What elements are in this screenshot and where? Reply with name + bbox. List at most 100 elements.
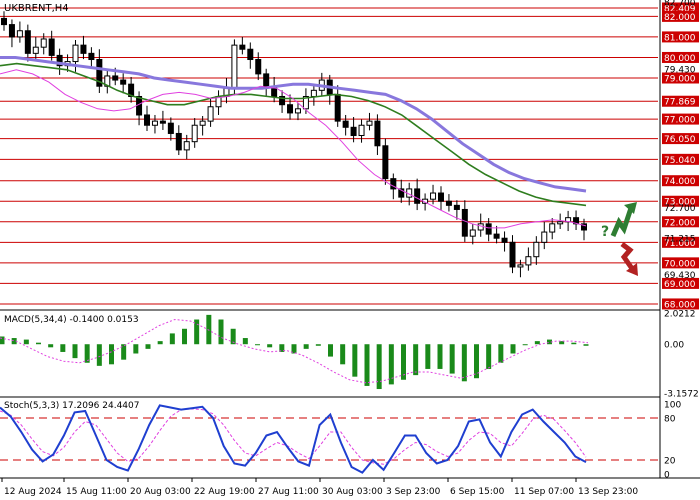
time-axis-label: 11 Sep 07:00 [514, 487, 574, 497]
chart-background [0, 0, 700, 500]
macd-bar [425, 344, 431, 369]
candle-body [8, 24, 15, 38]
candle-body [80, 44, 87, 54]
candle-body [374, 120, 381, 147]
candle-body [310, 89, 317, 97]
time-axis-label: 3 Sep 23:00 [386, 487, 441, 497]
candle-body [24, 30, 31, 54]
candle-body [533, 241, 540, 258]
macd-bar [522, 344, 528, 346]
candle-body [437, 192, 444, 202]
candle-body [294, 108, 301, 114]
time-axis-label: 20 Aug 03:00 [130, 487, 191, 497]
candle-body [239, 44, 246, 50]
price-level-label: 75.040 [664, 156, 696, 166]
candle-body [430, 192, 437, 200]
price-level-label: 79.000 [664, 75, 696, 85]
stoch-axis-label: 20 [664, 457, 676, 467]
candle-body [453, 204, 460, 210]
candle-body [263, 73, 270, 87]
macd-bar [340, 344, 346, 365]
macd-bar [169, 333, 175, 345]
candle-body [48, 38, 55, 56]
candle-body [231, 44, 238, 89]
price-level-label: 81.000 [664, 33, 696, 43]
trading-chart[interactable]: UKBRENT,H4 ? MACD(5,34,4) -0.1400 0.0153… [0, 0, 700, 500]
time-axis-label: 6 Sep 15:00 [450, 487, 505, 497]
price-axis-label: 69.430 [664, 271, 696, 281]
macd-bar [60, 344, 66, 352]
candle-body [32, 46, 39, 54]
candle-body [493, 233, 500, 239]
macd-bar [461, 344, 467, 382]
macd-bar [182, 328, 187, 345]
candle-body [40, 38, 47, 48]
macd-bar [328, 344, 333, 357]
macd-bar [255, 344, 260, 346]
time-axis-label: 13 Sep 23:00 [578, 487, 638, 497]
candle-body [461, 208, 468, 237]
candle-body [517, 264, 524, 268]
macd-bar [242, 338, 248, 345]
candle-body [342, 120, 349, 128]
price-level-label: 69.000 [664, 280, 696, 290]
candle-body [350, 126, 357, 137]
price-level-label: 70.000 [664, 259, 696, 269]
macd-bar [413, 344, 419, 376]
price-level-label: 80.000 [664, 54, 696, 64]
macd-bar [510, 344, 516, 354]
candle-body [167, 122, 174, 134]
macd-bar [36, 342, 41, 345]
price-level-label: 72.000 [664, 218, 696, 228]
candle-body [525, 256, 532, 266]
macd-bar [133, 344, 139, 354]
macd-label: MACD(5,34,4) -0.1400 0.0153 [4, 315, 139, 325]
candle-body [255, 59, 262, 75]
macd-axis-label: -3.1572 [664, 390, 699, 400]
candle-body [112, 75, 119, 81]
macd-axis-label: 0.00 [664, 341, 684, 351]
candle-body [358, 124, 365, 137]
macd-bar [48, 344, 54, 348]
candle-body [557, 221, 564, 225]
macd-bar [157, 341, 163, 345]
candle-body [414, 188, 421, 204]
time-axis-label: 27 Aug 11:00 [258, 487, 319, 497]
price-axis-label: 79.430 [664, 66, 696, 76]
candle-body [72, 44, 79, 63]
time-axis-label: 30 Aug 03:00 [322, 487, 383, 497]
candle-body [509, 241, 516, 268]
price-axis-label: 72.700 [664, 204, 696, 214]
macd-bar [145, 344, 151, 349]
time-axis-label: 12 Aug 2024 [4, 487, 62, 497]
macd-bar [486, 344, 492, 369]
macd-bar [498, 344, 504, 363]
candle-body [287, 104, 294, 114]
macd-bar [376, 344, 382, 390]
stoch-axis-label: 100 [664, 401, 681, 411]
price-level-label: 77.000 [664, 116, 696, 126]
candle-body [501, 237, 508, 243]
price-level-label: 82.000 [664, 13, 696, 23]
macd-bar [315, 344, 321, 346]
price-level-label: 77.869 [664, 98, 696, 108]
candle-body [88, 52, 95, 61]
candle-body [207, 106, 214, 122]
candle-body [151, 120, 158, 126]
candle-body [366, 120, 373, 126]
candle-body [485, 223, 492, 235]
candle-body [120, 79, 127, 85]
macd-bar [96, 344, 102, 366]
macd-bar [437, 344, 443, 369]
candle-body [199, 120, 206, 126]
candle-body [247, 48, 254, 61]
stoch-axis-label: 0 [664, 471, 670, 481]
candle-body [159, 120, 166, 124]
candle-body [175, 132, 182, 151]
question-mark: ? [601, 224, 609, 240]
candle-body [541, 231, 548, 243]
candle-body [183, 141, 190, 151]
macd-bar [449, 344, 455, 374]
candle-body [469, 229, 476, 237]
macd-bar [72, 344, 78, 359]
